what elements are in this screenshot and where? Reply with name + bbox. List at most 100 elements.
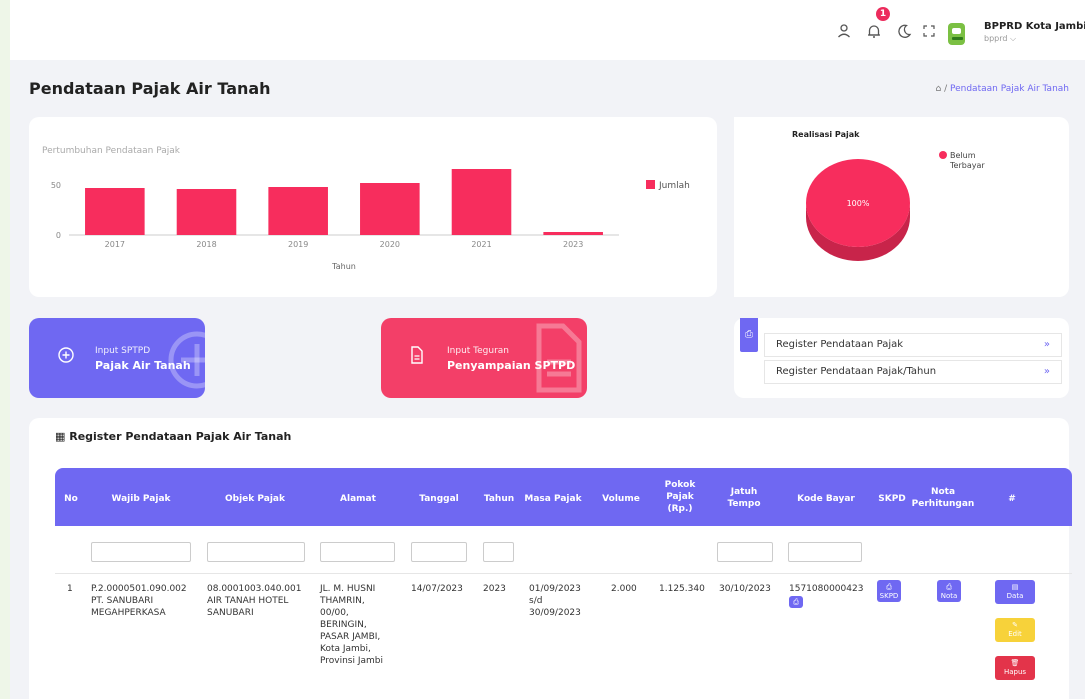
brand-logo: [948, 23, 965, 45]
th-jatuh-line: Jatuh: [730, 487, 758, 497]
cell-line: THAMRIN,: [320, 596, 365, 606]
input-sptpd-button[interactable]: Input SPTPD Pajak Air Tanah: [29, 318, 205, 398]
chart-title: Realisasi Pajak: [792, 130, 860, 139]
legend-swatch: [646, 180, 655, 189]
input-teguran-button[interactable]: Input Teguran Penyampaian SPTPD: [381, 318, 587, 398]
list-icon: ▤: [1011, 583, 1019, 591]
nota-print-button[interactable]: ⎙ Nota: [937, 580, 961, 602]
cell-line: JL. M. HUSNI: [320, 584, 376, 594]
realisasi-pie-chart: Realisasi Pajak 100% BelumTerbayar: [792, 130, 985, 261]
bar-2023: [543, 232, 603, 235]
x-tick-label: 2019: [288, 240, 308, 249]
data-label: Data: [1006, 592, 1024, 600]
filter-objek-pajak-input[interactable]: [207, 542, 305, 562]
hapus-label: Hapus: [1003, 668, 1027, 676]
th-pokok-line: (Rp.): [667, 504, 693, 514]
cell-line: PASAR JAMBI,: [320, 632, 381, 642]
legend-label: Terbayar: [949, 161, 985, 170]
page-title: Pendataan Pajak Air Tanah: [29, 79, 271, 98]
cell-masa-pajak: 01/09/2023 s/d 30/09/2023: [529, 583, 581, 619]
bar-2019: [268, 187, 328, 235]
breadcrumb-separator: /: [944, 84, 948, 94]
filter-kode-bayar-input[interactable]: [788, 542, 862, 562]
cell-line: PT. SANUBARI: [91, 596, 154, 606]
breadcrumb-current: Pendataan Pajak Air Tanah: [950, 84, 1069, 94]
x-tick-label: 2023: [563, 240, 583, 249]
growth-chart-card: Pertumbuhan Pendataan Pajak 0 50 2017 2018 20…: [29, 117, 717, 297]
th-tahun: Tahun: [483, 494, 515, 504]
cell-alamat: JL. M. HUSNI THAMRIN, 00/00, BERINGIN, P…: [320, 583, 383, 667]
table-title: ▦ Register Pendataan Pajak Air Tanah: [55, 430, 292, 443]
printer-icon: ⎙: [886, 583, 892, 591]
cell-jatuh-tempo: 30/10/2023: [719, 584, 771, 594]
th-pokok-line: Pokok: [664, 480, 696, 490]
chevron-right-icon: »: [1043, 366, 1050, 377]
cell-line: AIR TANAH HOTEL: [207, 596, 289, 606]
edit-button[interactable]: ✎ Edit: [995, 618, 1035, 642]
document-icon: [411, 323, 582, 393]
filter-tahun-input[interactable]: [483, 542, 514, 562]
cell-line: s/d: [529, 596, 543, 606]
cell-wajib-pajak: P.2.0000501.090.002 PT. SANUBARI MEGAHPE…: [91, 583, 187, 619]
th-pokok-line: Pajak: [666, 492, 694, 502]
th-nota-line: Nota: [930, 487, 956, 497]
chevron-right-icon: »: [1043, 339, 1050, 350]
th-actions: #: [1008, 494, 1016, 504]
printer-icon: ⎙: [740, 318, 758, 352]
nota-label: Nota: [940, 592, 958, 600]
moon-icon[interactable]: [895, 22, 913, 40]
input-sptpd-label: Input SPTPD: [95, 346, 151, 356]
th-wajib-pajak: Wajib Pajak: [111, 494, 171, 504]
th-objek-pajak: Objek Pajak: [225, 494, 285, 504]
legend-label: Jumlah: [658, 181, 690, 191]
th-jatuh-tempo: Jatuh Tempo: [719, 486, 769, 510]
register-pendataan-pajak-tahun-link[interactable]: Register Pendataan Pajak/Tahun »: [764, 360, 1062, 384]
filter-alamat-input[interactable]: [320, 542, 395, 562]
cell-line: MEGAHPERKASA: [91, 608, 166, 618]
x-tick-label: 2017: [105, 240, 125, 249]
growth-bar-chart: Pertumbuhan Pendataan Pajak 0 50 2017 2018 20…: [42, 146, 690, 271]
x-tick-label: 2021: [471, 240, 491, 249]
bell-icon[interactable]: [865, 22, 883, 40]
th-jatuh-line: Tempo: [727, 499, 761, 509]
sidebar-strip: [0, 0, 10, 699]
row-divider: [55, 573, 1072, 574]
x-tick-label: 2018: [196, 240, 216, 249]
cell-line: P.2.0000501.090.002: [91, 584, 187, 594]
register-label: Register Pendataan Pajak/Tahun: [776, 366, 937, 377]
hapus-button[interactable]: 🗑 Hapus: [995, 656, 1035, 680]
th-tanggal: Tanggal: [419, 494, 459, 504]
cell-line: 08.0001003.040.001: [207, 584, 302, 594]
cell-tahun: 2023: [483, 584, 506, 594]
home-icon[interactable]: ⌂: [935, 84, 941, 94]
print-kode-bayar-button[interactable]: ⎙: [789, 596, 803, 608]
edit-icon: ✎: [1012, 621, 1018, 629]
th-kode-bayar: Kode Bayar: [797, 494, 855, 504]
fullscreen-icon[interactable]: [920, 22, 938, 40]
th-nota-line: Perhitungan: [911, 499, 975, 509]
input-sptpd-title: Pajak Air Tanah: [95, 359, 191, 372]
filter-wajib-pajak-input[interactable]: [91, 542, 191, 562]
register-pendataan-pajak-link[interactable]: Register Pendataan Pajak »: [764, 333, 1062, 357]
user-role-dropdown[interactable]: bpprd ⌵: [984, 34, 1016, 44]
breadcrumb: ⌂ / Pendataan Pajak Air Tanah: [935, 84, 1069, 94]
user-icon[interactable]: [835, 22, 853, 40]
bar-2018: [176, 189, 237, 235]
plus-circle-icon: [58, 331, 205, 389]
bar-2020: [360, 183, 420, 235]
filter-tanggal-input[interactable]: [411, 542, 467, 562]
input-teguran-title: Penyampaian SPTPD: [447, 359, 576, 372]
th-alamat: Alamat: [340, 494, 376, 504]
th-no: No: [64, 494, 78, 504]
skpd-print-button[interactable]: ⎙ SKPD: [877, 580, 901, 602]
cell-volume: 2.000: [611, 584, 637, 594]
filter-jatuh-tempo-input[interactable]: [717, 542, 773, 562]
th-volume: Volume: [602, 494, 640, 504]
data-button[interactable]: ▤ Data: [995, 580, 1035, 604]
notification-badge: 1: [876, 7, 890, 21]
user-name[interactable]: BPPRD Kota Jambi: [984, 21, 1085, 32]
printer-icon: ⎙: [946, 583, 952, 591]
cell-kode-bayar: 1571080000423: [789, 584, 864, 594]
cell-no: 1: [67, 584, 73, 594]
cell-line: 30/09/2023: [529, 608, 581, 618]
